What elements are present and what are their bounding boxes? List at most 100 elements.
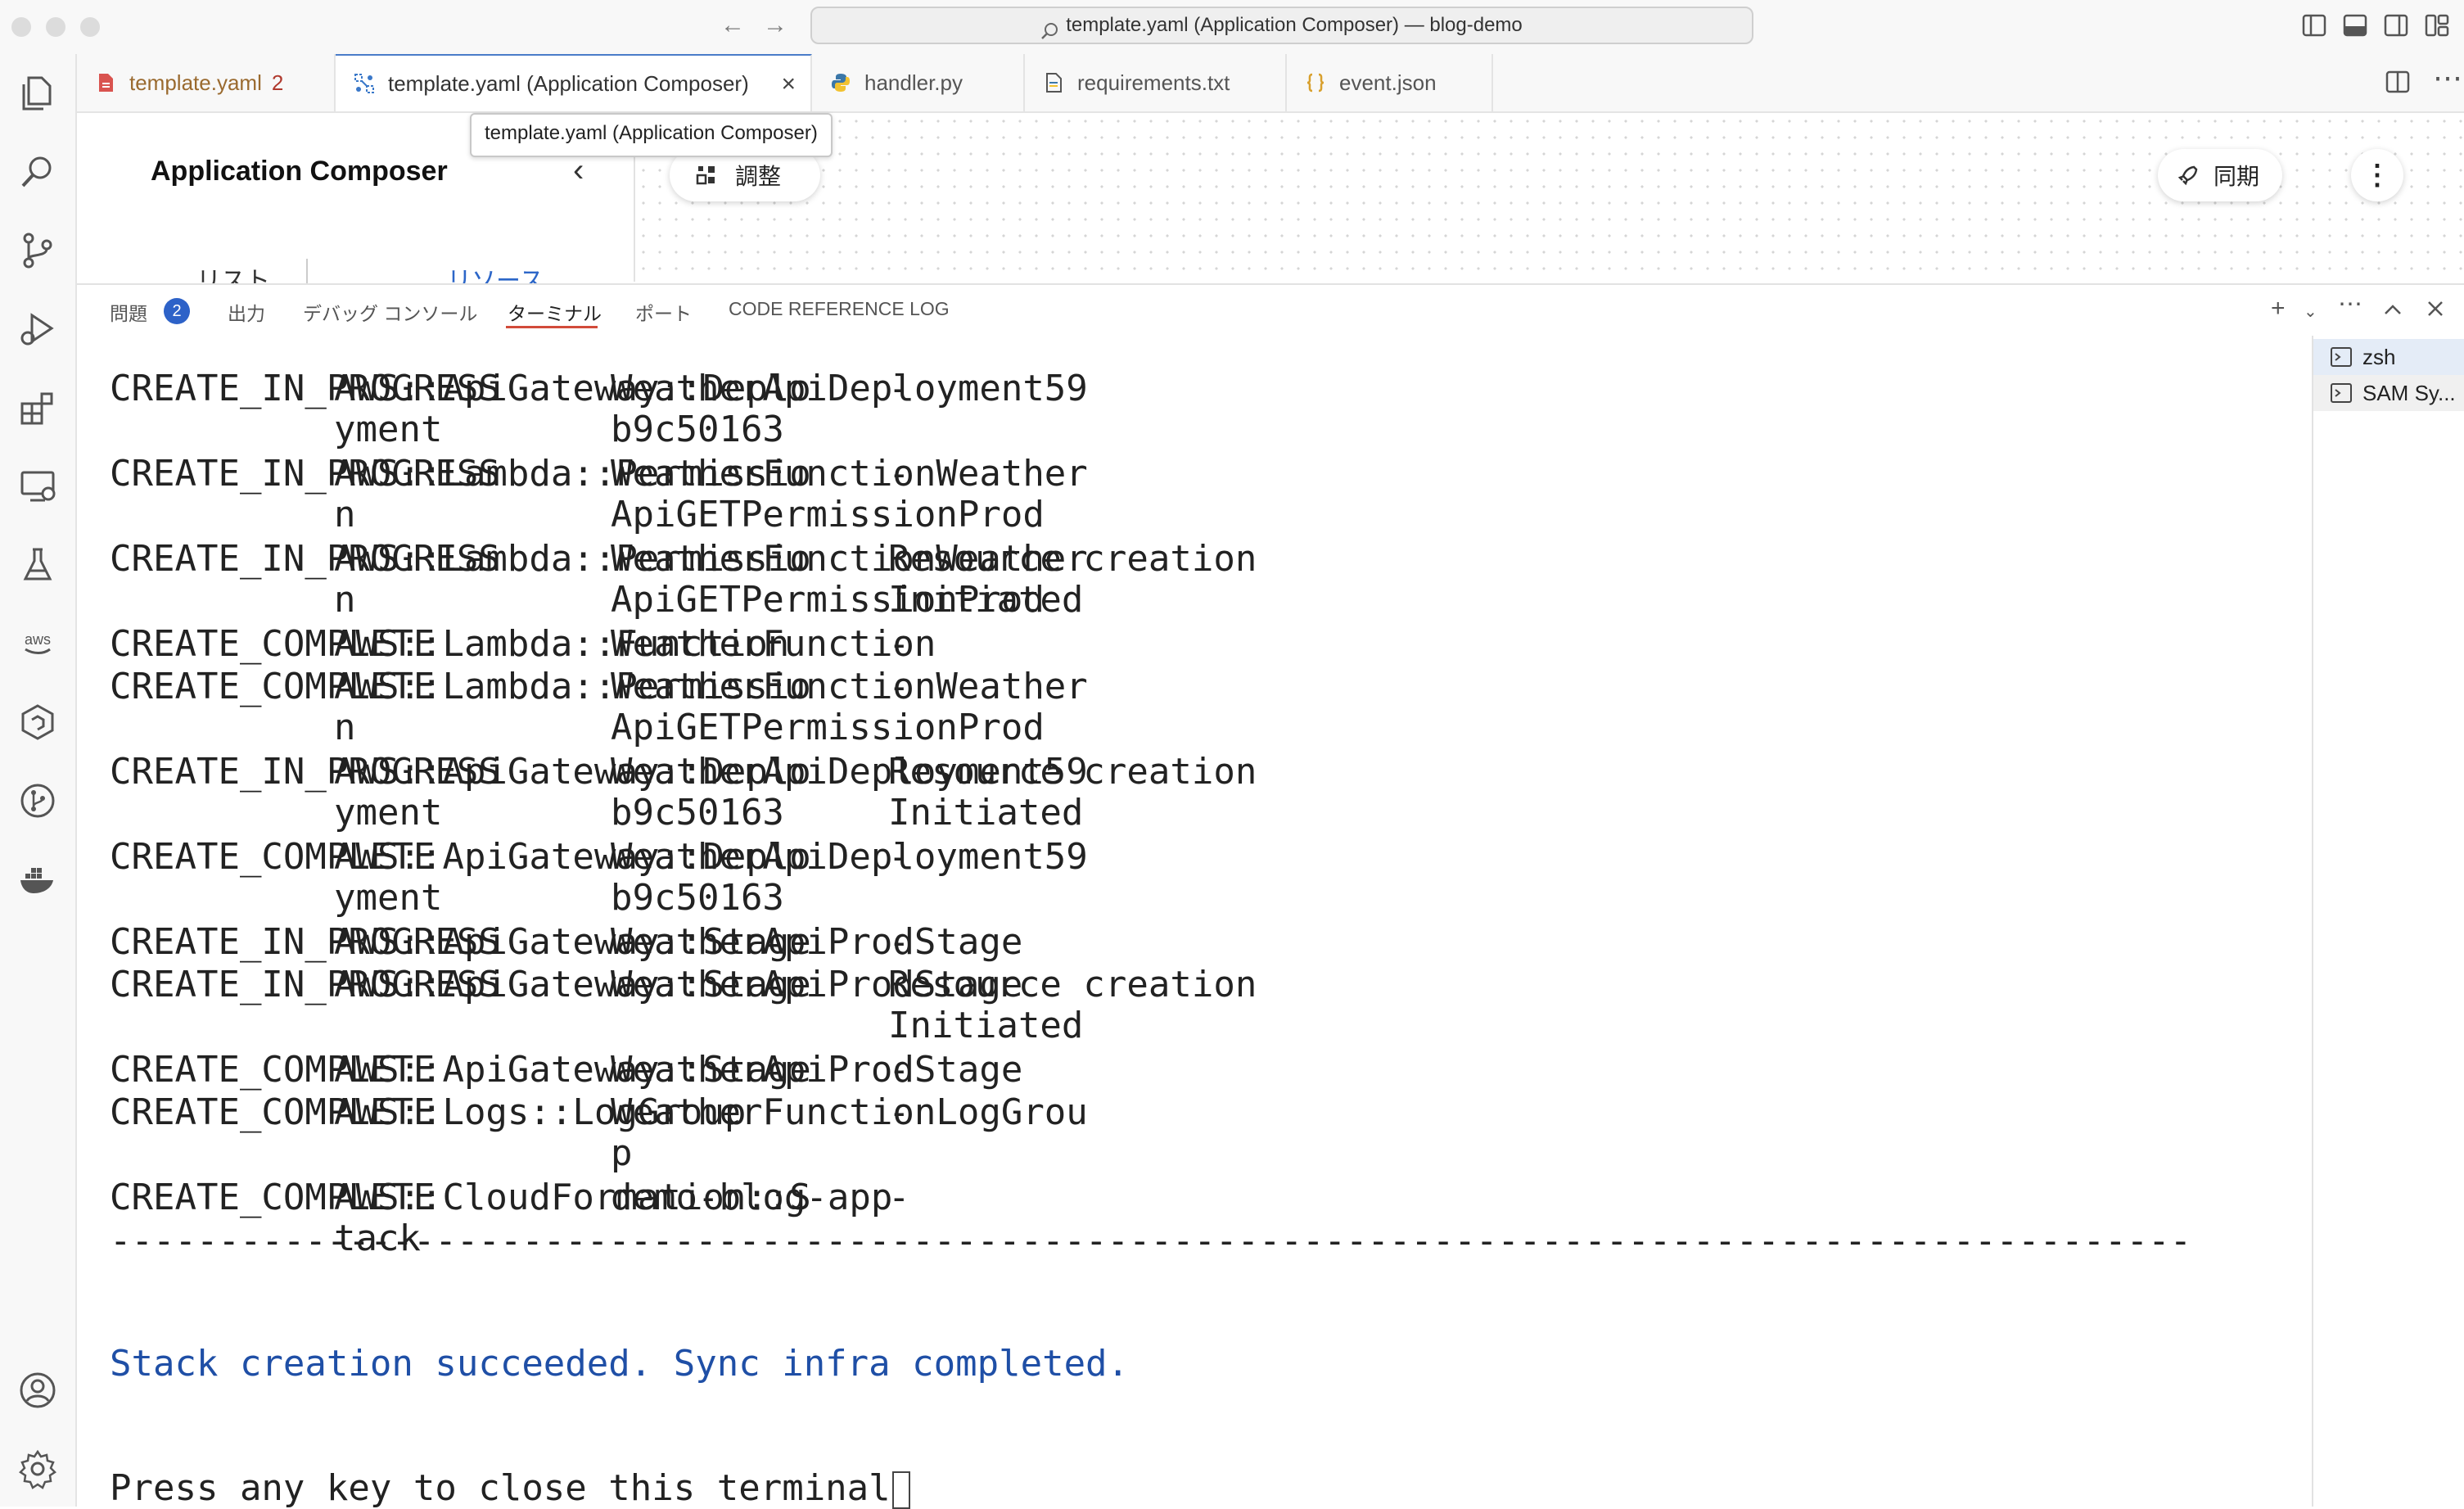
amazon-q-icon[interactable] xyxy=(15,699,61,745)
sync-button[interactable]: 同期 xyxy=(2158,149,2282,201)
tab-problem-count: 2 xyxy=(271,70,284,95)
remote-explorer-icon[interactable] xyxy=(15,463,61,509)
collapse-sidebar-chevron-icon[interactable]: ‹ xyxy=(573,152,584,189)
terminal-cell-reason: - xyxy=(888,921,910,963)
terminal-cell-reason: - xyxy=(888,836,910,878)
source-control-icon[interactable] xyxy=(15,228,61,273)
active-tab-underline xyxy=(506,326,598,328)
terminal-separator: ----------------------------------------… xyxy=(110,1220,2192,1262)
close-panel-icon[interactable] xyxy=(2426,300,2444,318)
close-window-button[interactable] xyxy=(11,17,31,37)
terminal-cell-reason: - xyxy=(888,623,910,665)
aws-toolkit-icon[interactable]: aws xyxy=(15,621,61,666)
yaml-file-icon xyxy=(99,74,113,92)
terminal-list xyxy=(2312,336,2464,1507)
extensions-icon[interactable] xyxy=(15,385,61,431)
arrange-label: 調整 xyxy=(735,164,782,189)
customize-layout-icon[interactable] xyxy=(2425,14,2449,37)
terminal-cell-logical-id: WeatherApiDeployment59 b9c50163 xyxy=(611,368,1088,450)
panel-tab-debug-console[interactable]: デバッグ コンソール xyxy=(303,298,477,326)
terminal-cell-logical-id: WeatherFunctionLogGrou p xyxy=(611,1091,1088,1174)
terminal-item-zsh[interactable]: zsh xyxy=(2313,339,2464,375)
sync-label: 同期 xyxy=(2214,164,2260,189)
terminal-cell-reason: - xyxy=(888,1049,910,1091)
settings-gear-icon[interactable] xyxy=(15,1446,61,1492)
tab-template-yaml-composer[interactable]: template.yaml (Application Composer) × xyxy=(336,54,812,111)
command-center[interactable]: template.yaml (Application Composer) — b… xyxy=(810,7,1753,44)
search-icon xyxy=(1041,17,1059,39)
tab-label: requirements.txt xyxy=(1077,70,1230,95)
tab-handler-py[interactable]: handler.py xyxy=(812,54,1025,111)
terminal-cell-reason: Resource creation Initiated xyxy=(888,964,1257,1046)
panel-tab-ports[interactable]: ポート xyxy=(635,298,692,326)
terminal-item-label: zsh xyxy=(2362,344,2396,369)
testing-flask-icon[interactable] xyxy=(15,542,61,588)
toggle-panel-icon[interactable] xyxy=(2343,14,2367,37)
terminal-cell-reason: Resource creation Initiated xyxy=(888,751,1257,834)
terminal-cell-logical-id: WeatherApiProdStage xyxy=(611,1049,1023,1091)
problems-count-badge: 2 xyxy=(164,298,190,324)
back-arrow-icon[interactable]: ← xyxy=(720,11,745,39)
json-braces-icon xyxy=(1306,73,1325,93)
git-graph-icon[interactable] xyxy=(15,778,61,824)
terminal-cell-reason: Resource creation Initiated xyxy=(888,538,1257,621)
terminal-cell-reason: - xyxy=(888,1091,910,1133)
panel-tab-code-reference-log[interactable]: CODE REFERENCE LOG xyxy=(729,298,950,320)
run-debug-icon[interactable] xyxy=(15,306,61,352)
tab-label: template.yaml xyxy=(129,70,262,95)
explorer-icon[interactable] xyxy=(15,70,61,116)
prompt-text: Press any key to close this terminal xyxy=(110,1467,891,1509)
terminal-cell-reason: - xyxy=(888,666,910,707)
tab-event-json[interactable]: event.json xyxy=(1287,54,1493,111)
more-actions-icon[interactable]: ⋯ xyxy=(2433,61,2464,95)
editor-tab-bar: template.yaml 2 template.yaml (Applicati… xyxy=(77,54,2464,113)
tab-label: template.yaml (Application Composer) xyxy=(388,70,749,96)
sync-success-message: Stack creation succeeded. Sync infra com… xyxy=(110,1343,1130,1385)
terminal-cell-reason: - xyxy=(888,368,910,409)
terminal-item-label: SAM Sy... xyxy=(2362,380,2456,405)
terminal-cell-logical-id: WeatherFunctionWeather ApiGETPermissionP… xyxy=(611,666,1088,748)
terminal-cell-logical-id: demo-blog-app xyxy=(611,1177,893,1218)
toggle-primary-sidebar-icon[interactable] xyxy=(2302,14,2326,37)
text-file-icon xyxy=(1046,73,1062,93)
accounts-icon[interactable] xyxy=(15,1367,61,1413)
search-icon[interactable] xyxy=(15,149,61,195)
more-options-button[interactable]: ⋮ xyxy=(2351,149,2403,201)
panel-more-actions-icon[interactable]: ⋯ xyxy=(2338,290,2362,319)
svg-text:aws: aws xyxy=(25,631,51,648)
composer-title: Application Composer xyxy=(151,156,448,187)
terminal-icon xyxy=(2331,383,2352,403)
title-bar: ← → template.yaml (Application Composer)… xyxy=(0,0,2464,56)
terminal-cell-reason: - xyxy=(888,1177,910,1218)
tab-tooltip: template.yaml (Application Composer) xyxy=(470,113,833,157)
terminal-cell-logical-id: WeatherApiDeployment59 b9c50163 xyxy=(611,836,1088,919)
maximize-panel-chevron-up-icon[interactable] xyxy=(2384,303,2402,316)
activity-bar: aws xyxy=(0,54,77,1507)
panel-tab-terminal[interactable]: ターミナル xyxy=(508,298,602,326)
terminal-item-sam-sync[interactable]: SAM Sy... xyxy=(2313,375,2464,411)
tab-requirements-txt[interactable]: requirements.txt xyxy=(1025,54,1287,111)
terminal-output[interactable]: CREATE_IN_PROGRESS AWS::ApiGateway::Deplo… xyxy=(77,336,2312,1507)
close-tab-icon[interactable]: × xyxy=(781,70,796,98)
terminal-cell-logical-id: WeatherFunctionWeather ApiGETPermissionP… xyxy=(611,453,1088,535)
docker-icon[interactable] xyxy=(15,856,61,902)
panel-tab-problems[interactable]: 問題 xyxy=(110,298,147,326)
minimize-window-button[interactable] xyxy=(46,17,65,37)
forward-arrow-icon[interactable]: → xyxy=(763,11,787,39)
command-center-text: template.yaml (Application Composer) — b… xyxy=(1066,14,1523,36)
split-editor-icon[interactable] xyxy=(2385,70,2410,93)
terminal-cell-reason: - xyxy=(888,453,910,495)
toggle-secondary-sidebar-icon[interactable] xyxy=(2384,14,2408,37)
terminal-cell-logical-id: WeatherApiProdStage xyxy=(611,921,1023,963)
zoom-window-button[interactable] xyxy=(80,17,100,37)
tab-label: handler.py xyxy=(864,70,963,95)
terminal-cell-logical-id: WeatherFunction xyxy=(611,623,936,665)
terminal-prompt: Press any key to close this terminal xyxy=(110,1467,910,1509)
terminal-icon xyxy=(2331,347,2352,367)
terminal-dropdown-chevron-icon[interactable]: ⌄ xyxy=(2304,301,2317,322)
python-icon xyxy=(832,74,850,92)
composer-tab-divider xyxy=(306,259,308,283)
panel-tab-output[interactable]: 出力 xyxy=(228,298,265,326)
tab-template-yaml[interactable]: template.yaml 2 xyxy=(77,54,336,111)
new-terminal-plus-icon[interactable]: + xyxy=(2271,295,2286,323)
